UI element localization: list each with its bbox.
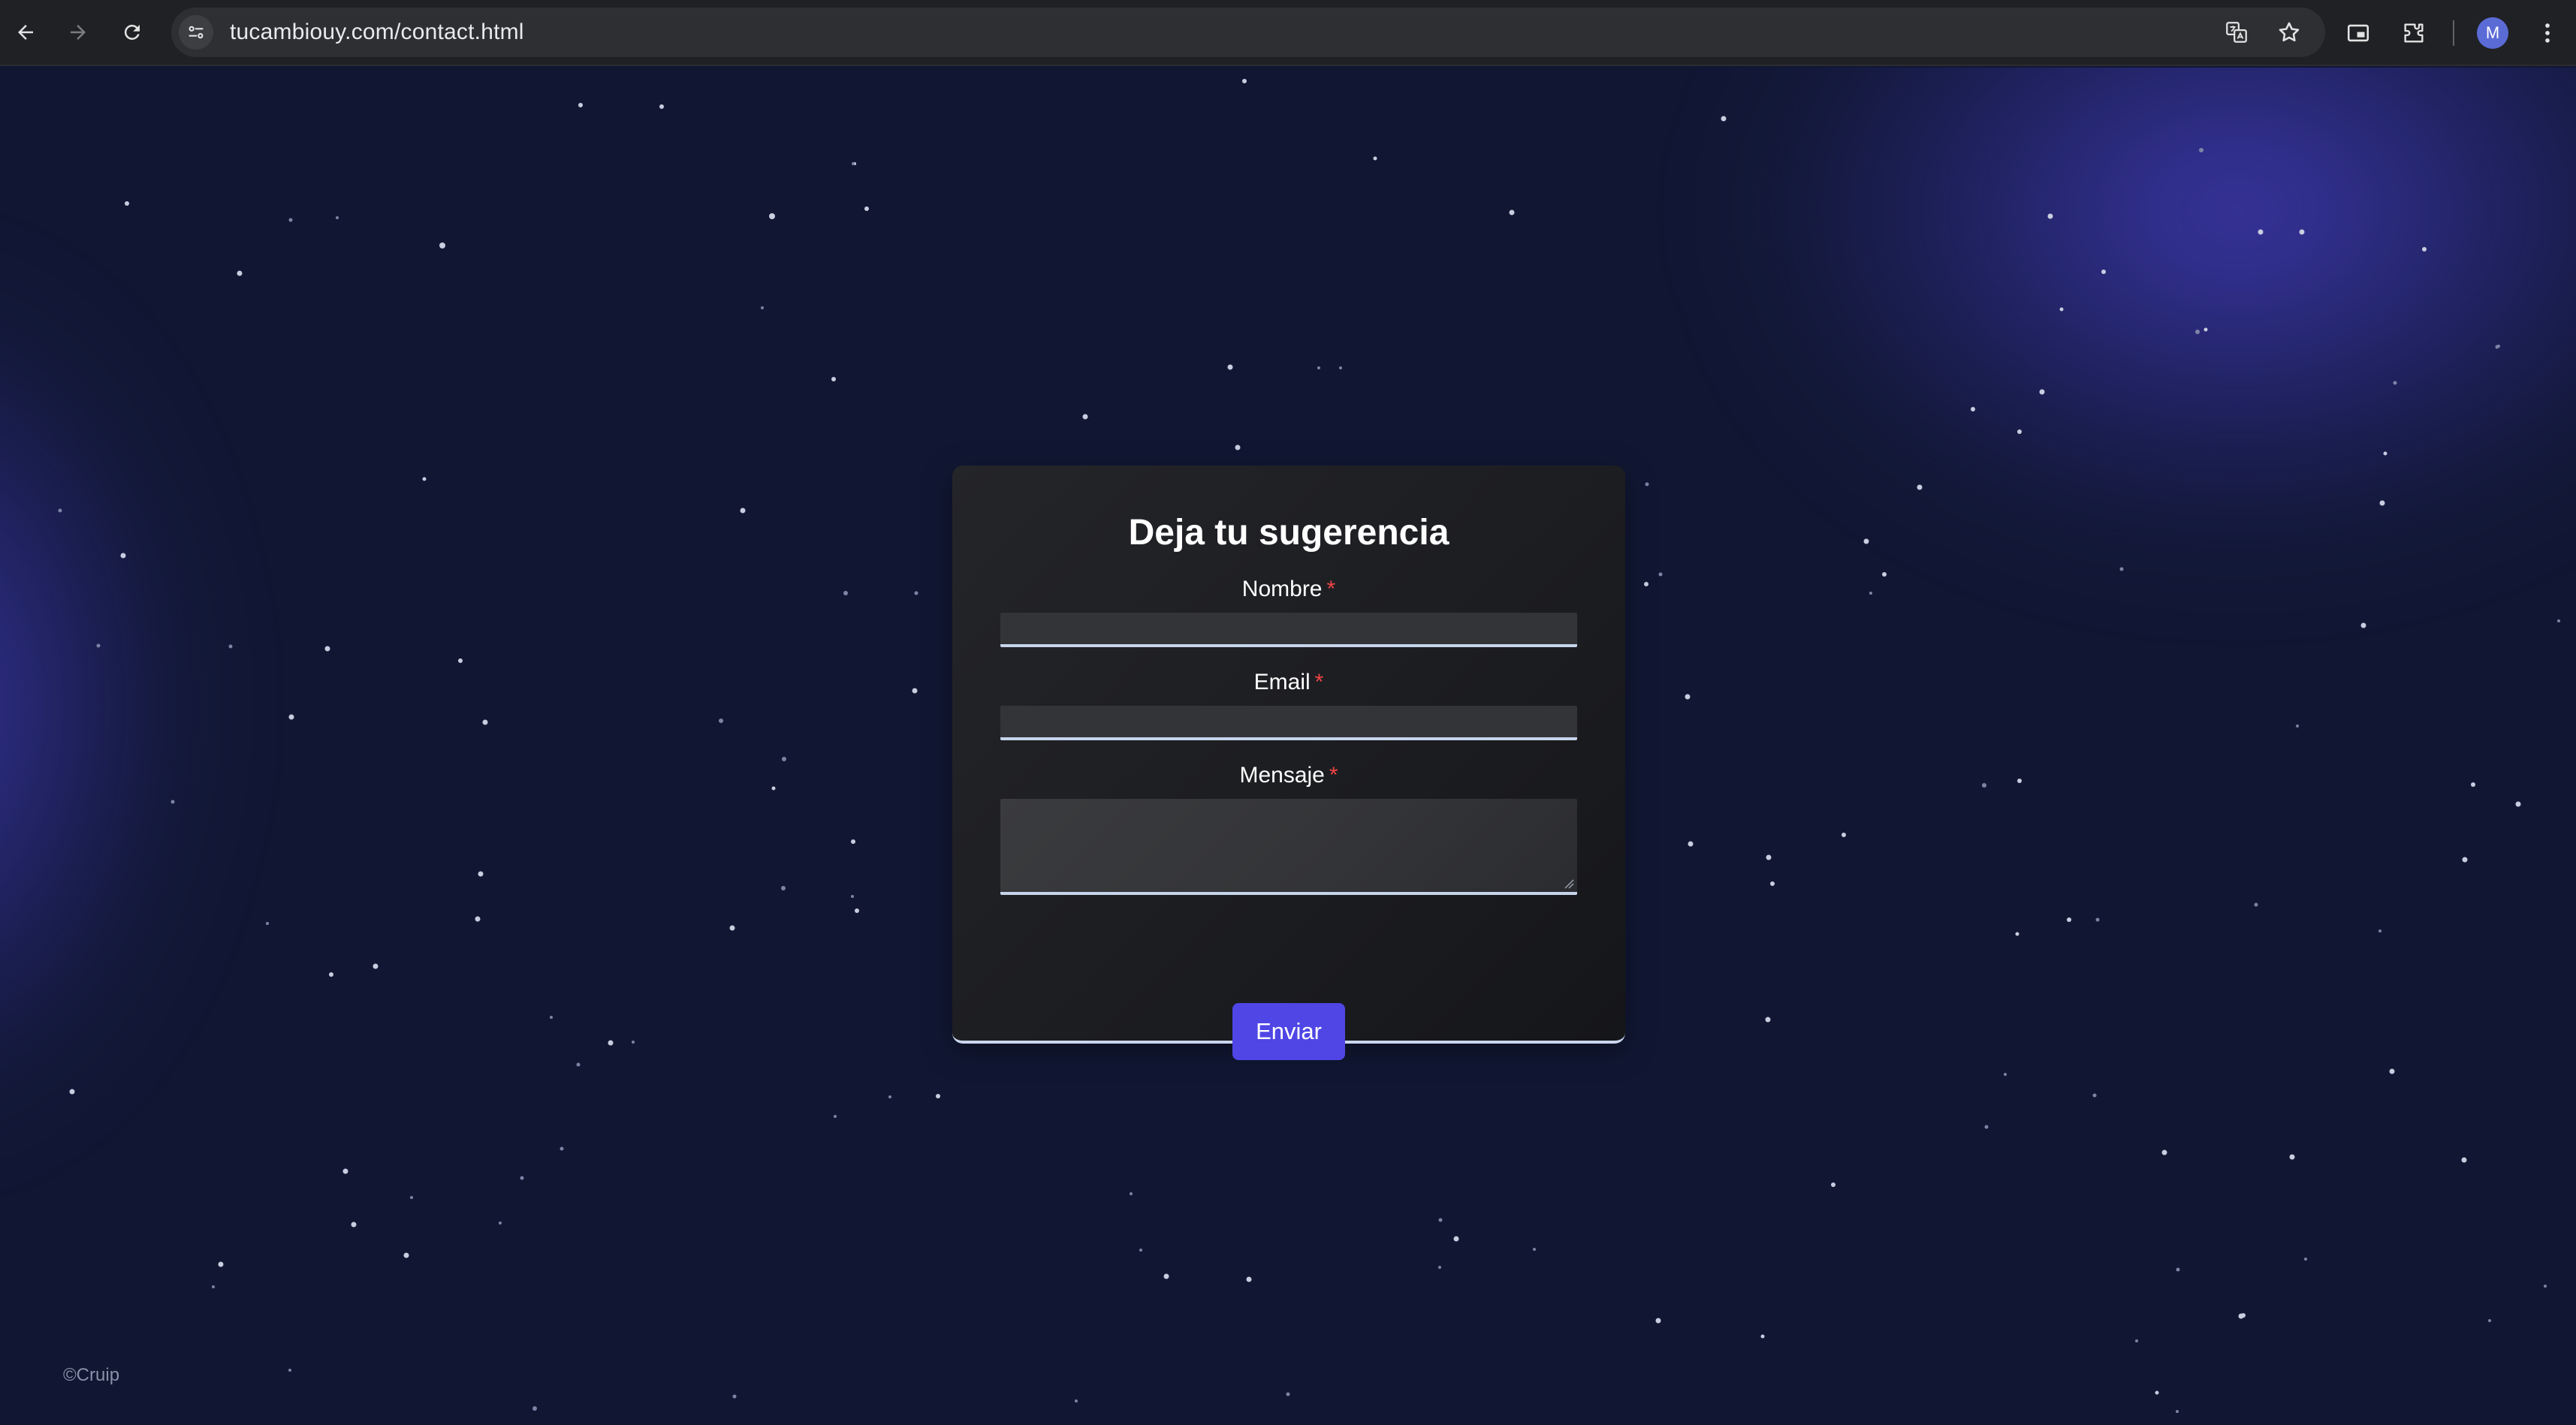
menu-icon <box>2545 23 2550 43</box>
site-info-button[interactable] <box>179 15 213 50</box>
message-label: Mensaje * <box>952 763 1625 788</box>
required-mark: * <box>1314 670 1324 694</box>
address-bar[interactable]: tucambiouy.com/contact.html <box>171 8 2325 57</box>
toolbar-separator <box>2453 20 2454 46</box>
message-label-text: Mensaje <box>1239 763 1325 788</box>
profile-avatar[interactable]: M <box>2477 17 2508 49</box>
message-textarea[interactable] <box>1000 799 1577 895</box>
bookmark-button[interactable] <box>2274 17 2304 47</box>
contact-form-card: Deja tu sugerencia Nombre * Email * Mensaj… <box>952 465 1625 1060</box>
forward-button[interactable] <box>56 10 101 55</box>
submit-button[interactable]: Enviar <box>1232 1003 1345 1060</box>
reload-icon <box>124 24 140 40</box>
extensions-icon <box>2404 23 2424 43</box>
email-label-text: Email <box>1253 670 1311 694</box>
email-input[interactable] <box>1000 706 1577 740</box>
name-label-text: Nombre <box>1241 577 1323 601</box>
back-button[interactable] <box>3 10 48 55</box>
star-icon <box>2279 22 2300 42</box>
required-mark: * <box>1326 577 1336 601</box>
name-label: Nombre * <box>952 577 1625 602</box>
back-icon <box>18 25 33 40</box>
form-title: Deja tu sugerencia <box>1128 513 1449 553</box>
site-info-icon <box>189 26 204 39</box>
email-label: Email * <box>952 670 1625 695</box>
extensions-button[interactable] <box>2397 17 2430 50</box>
url-text[interactable]: tucambiouy.com/contact.html <box>230 20 524 45</box>
footer-credit: ©Cruip <box>63 1365 120 1385</box>
browser-toolbar: tucambiouy.com/contact.html M <box>0 0 2576 66</box>
resize-handle-icon[interactable] <box>1564 878 1574 889</box>
forward-icon <box>71 25 86 40</box>
page-background: Deja tu sugerencia Nombre * Email * Mensaj… <box>0 68 2576 1425</box>
cast-icon <box>2347 24 2369 42</box>
translate-button[interactable] <box>2222 17 2252 47</box>
cast-button[interactable] <box>2342 17 2375 50</box>
name-input[interactable] <box>1000 613 1577 647</box>
reload-button[interactable] <box>110 10 155 55</box>
required-mark: * <box>1329 763 1338 788</box>
menu-button[interactable] <box>2531 17 2564 50</box>
translate-icon <box>2226 22 2247 43</box>
